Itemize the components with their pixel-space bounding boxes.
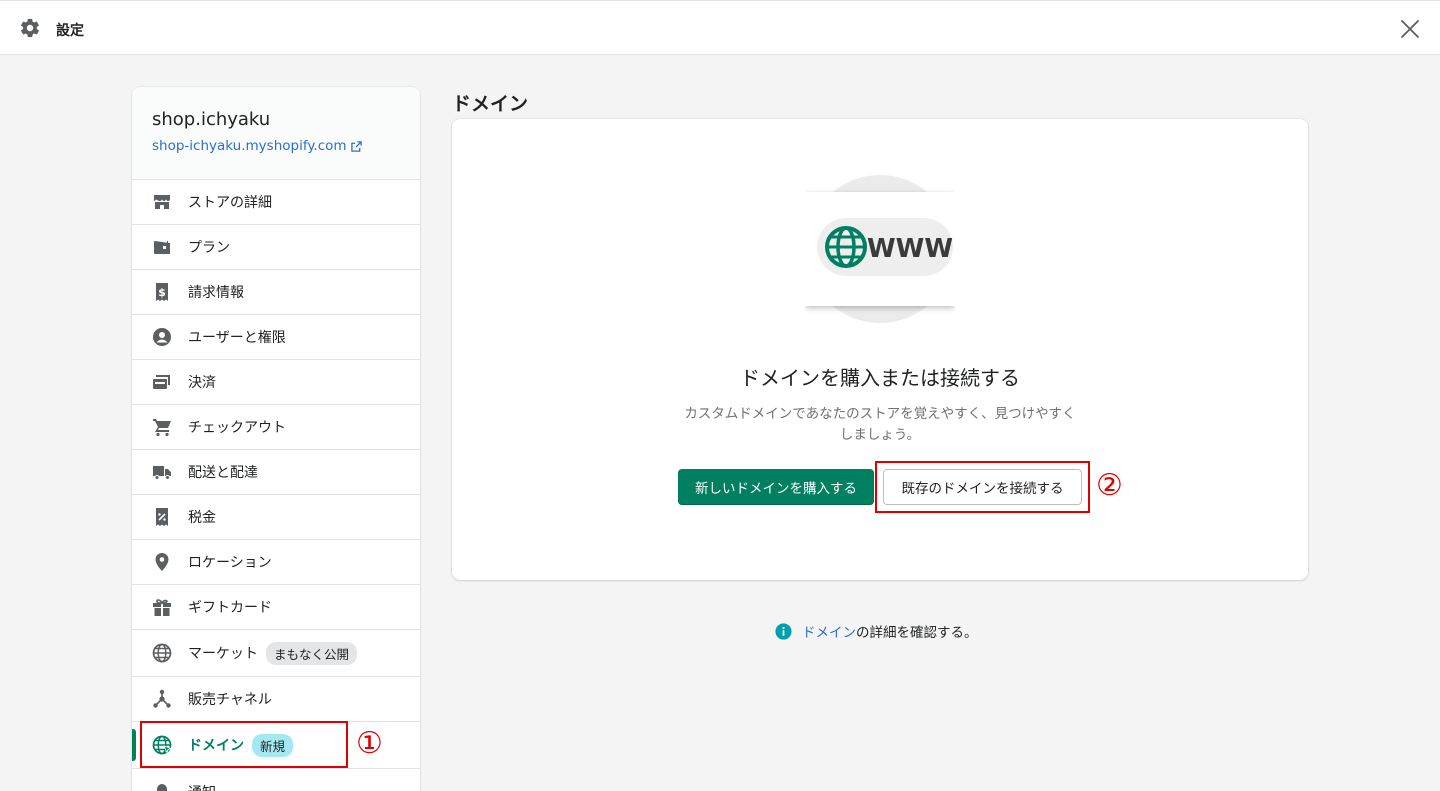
sidebar-item-shipping[interactable]: 配送と配達 <box>132 450 420 495</box>
learn-more-note: ドメイン の詳細を確認する。 <box>775 621 978 641</box>
sidebar-item-notifications[interactable]: 通知 <box>132 769 420 791</box>
store-summary: shop.ichyaku shop-ichyaku.myshopify.com <box>132 87 420 180</box>
truck-icon <box>152 462 172 482</box>
settings-header: 設定 <box>0 0 1440 55</box>
card-description: カスタムドメインであなたのストアを覚えやすく、見つけやすくしましょう。 <box>684 406 1076 443</box>
tax-receipt-icon <box>152 507 172 527</box>
channels-icon <box>152 689 172 709</box>
annotation-marker-1: ① <box>356 726 383 761</box>
sidebar-item-checkout[interactable]: チェックアウト <box>132 405 420 450</box>
section-title: ドメイン <box>452 93 529 115</box>
svg-text:$: $ <box>158 286 166 299</box>
user-circle-icon <box>152 327 172 347</box>
sidebar-item-sales-channels[interactable]: 販売チャネル <box>132 677 420 722</box>
active-indicator <box>132 729 136 761</box>
store-url-link[interactable]: shop-ichyaku.myshopify.com <box>152 138 362 154</box>
sidebar-item-label: 販売チャネル <box>188 692 272 708</box>
annotation-marker-2: ② <box>1096 468 1123 503</box>
sidebar-item-label: ロケーション <box>188 555 272 571</box>
settings-sidebar: shop.ichyaku shop-ichyaku.myshopify.com … <box>132 87 420 791</box>
receipt-dollar-icon: $ <box>152 282 172 302</box>
external-link-icon <box>350 140 362 152</box>
sidebar-item-gift-cards[interactable]: ギフトカード <box>132 585 420 630</box>
store-icon <box>152 192 172 212</box>
annotation-box-2 <box>875 461 1090 513</box>
globe-icon <box>152 643 172 663</box>
sidebar-item-label: マーケット <box>188 646 258 662</box>
sidebar-item-label: ユーザーと権限 <box>188 330 286 346</box>
buy-domain-button[interactable]: 新しいドメインを購入する <box>678 469 874 505</box>
domains-help-link[interactable]: ドメイン <box>802 621 856 641</box>
www-illustration: WWW <box>805 174 965 324</box>
store-url-text: shop-ichyaku.myshopify.com <box>152 138 347 154</box>
gift-icon <box>152 597 172 617</box>
sidebar-item-label: プラン <box>188 240 230 256</box>
www-illustration-text: WWW <box>867 234 953 264</box>
sidebar-item-label: 通知 <box>188 782 216 791</box>
store-name: shop.ichyaku <box>152 109 271 130</box>
sidebar-item-markets[interactable]: マーケット まもなく公開 <box>132 630 420 677</box>
sidebar-item-plan[interactable]: プラン <box>132 225 420 270</box>
card-heading: ドメインを購入または接続する <box>740 366 1020 390</box>
gear-icon <box>19 17 41 39</box>
sidebar-item-store-details[interactable]: ストアの詳細 <box>132 180 420 225</box>
bell-icon <box>152 782 172 791</box>
wallet-icon <box>152 237 172 257</box>
sidebar-item-payments[interactable]: 決済 <box>132 360 420 405</box>
location-pin-icon <box>152 552 172 572</box>
close-icon[interactable] <box>1399 18 1421 40</box>
cart-icon <box>152 417 172 437</box>
sidebar-item-label: ストアの詳細 <box>188 195 272 211</box>
credit-card-icon <box>152 372 172 392</box>
coming-soon-badge: まもなく公開 <box>266 641 358 665</box>
annotation-box-1 <box>140 721 348 768</box>
learn-more-text: の詳細を確認する。 <box>856 625 978 641</box>
sidebar-item-taxes[interactable]: 税金 <box>132 495 420 540</box>
sidebar-item-label: チェックアウト <box>188 420 286 436</box>
info-icon <box>775 622 792 640</box>
sidebar-item-label: 配送と配達 <box>188 465 258 481</box>
sidebar-item-label: ギフトカード <box>188 600 272 616</box>
sidebar-item-label: 決済 <box>188 375 216 391</box>
sidebar-item-locations[interactable]: ロケーション <box>132 540 420 585</box>
page-title: 設定 <box>56 23 84 39</box>
sidebar-item-label: 請求情報 <box>188 285 244 301</box>
sidebar-item-label: 税金 <box>188 510 216 526</box>
sidebar-item-users[interactable]: ユーザーと権限 <box>132 315 420 360</box>
sidebar-item-billing[interactable]: $ 請求情報 <box>132 270 420 315</box>
